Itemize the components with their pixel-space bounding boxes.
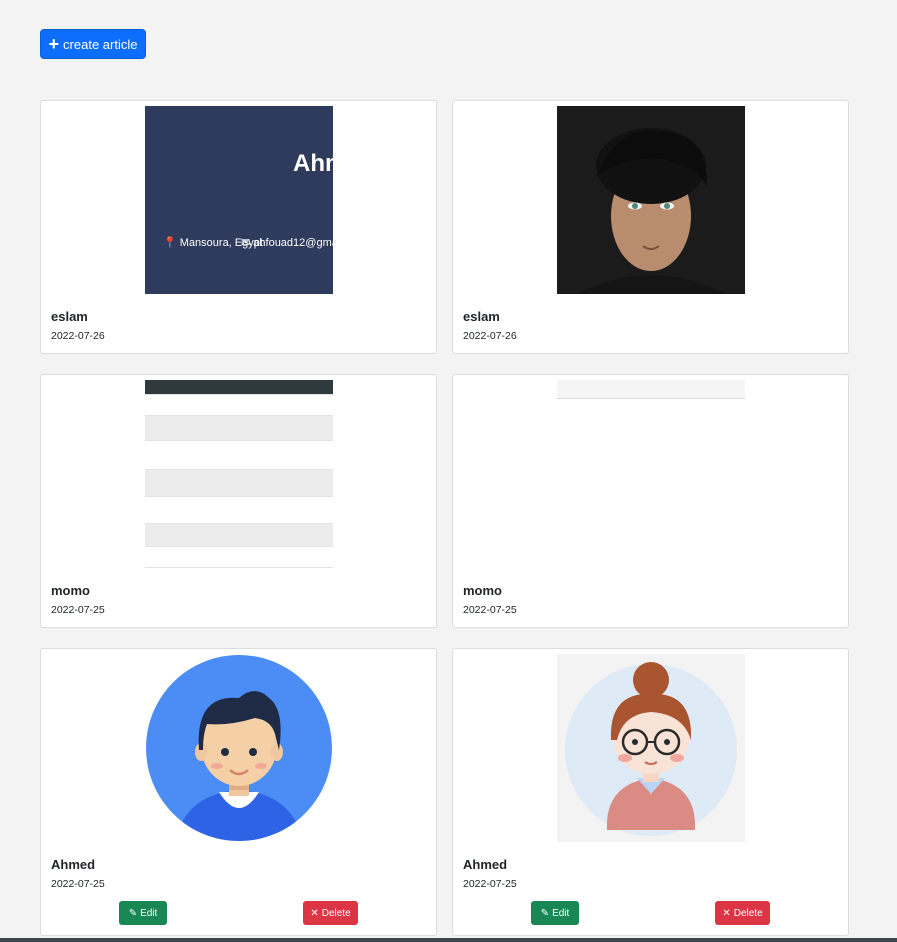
plus-icon: + (48, 34, 60, 54)
male-avatar-image (146, 655, 332, 841)
article-date: 2022-07-25 (51, 604, 105, 616)
switch-table-image (145, 380, 333, 568)
article-date: 2022-07-25 (51, 878, 105, 890)
business-card-image: Ahme 📍 Mansoura, Egypt ✉ ahfouad12@gmail… (145, 106, 333, 294)
create-article-button[interactable]: + create article (40, 29, 146, 59)
article-title: eslam (51, 309, 88, 324)
article-card: Ahmed 2022-07-25 ✎ Edit ✕ Delete (452, 648, 849, 936)
mail-icon: ✉ (241, 237, 251, 249)
portrait-photo-image (557, 106, 745, 294)
article-date: 2022-07-26 (463, 330, 517, 342)
close-icon: ✕ (722, 907, 731, 919)
article-date: 2022-07-26 (51, 330, 105, 342)
article-card: Ahmed 2022-07-25 ✎ Edit ✕ Delete (40, 648, 437, 936)
edit-button[interactable]: ✎ Edit (119, 901, 167, 925)
article-card: Ahme 📍 Mansoura, Egypt ✉ ahfouad12@gmail… (40, 100, 437, 354)
edit-icon: ✎ (540, 907, 550, 919)
female-avatar-image (557, 654, 745, 842)
article-title: momo (51, 583, 90, 598)
article-image (557, 654, 745, 842)
article-date: 2022-07-25 (463, 604, 517, 616)
close-icon: ✕ (310, 907, 319, 919)
article-title: momo (463, 583, 502, 598)
article-image: Ahme 📍 Mansoura, Egypt ✉ ahfouad12@gmail… (145, 106, 333, 294)
taskbar-strip (0, 938, 897, 942)
code-screenshot-image (557, 380, 745, 568)
edit-icon: ✎ (128, 907, 138, 919)
article-image (557, 380, 745, 568)
article-image (145, 654, 333, 842)
delete-button[interactable]: ✕ Delete (303, 901, 358, 925)
article-card: momo 2022-07-25 (40, 374, 437, 628)
article-title: eslam (463, 309, 500, 324)
article-date: 2022-07-25 (463, 878, 517, 890)
bizcard-email: ✉ ahfouad12@gmail.com (241, 237, 333, 249)
article-title: Ahmed (463, 857, 508, 872)
article-card: eslam 2022-07-26 (452, 100, 849, 354)
bizcard-name: Ahme (293, 150, 333, 177)
article-card: momo 2022-07-25 (452, 374, 849, 628)
create-article-label: create article (63, 36, 138, 52)
article-image (145, 380, 333, 568)
location-pin-icon: 📍 (163, 237, 177, 249)
edit-button[interactable]: ✎ Edit (531, 901, 579, 925)
delete-button[interactable]: ✕ Delete (715, 901, 770, 925)
article-title: Ahmed (51, 857, 96, 872)
article-image (557, 106, 745, 294)
